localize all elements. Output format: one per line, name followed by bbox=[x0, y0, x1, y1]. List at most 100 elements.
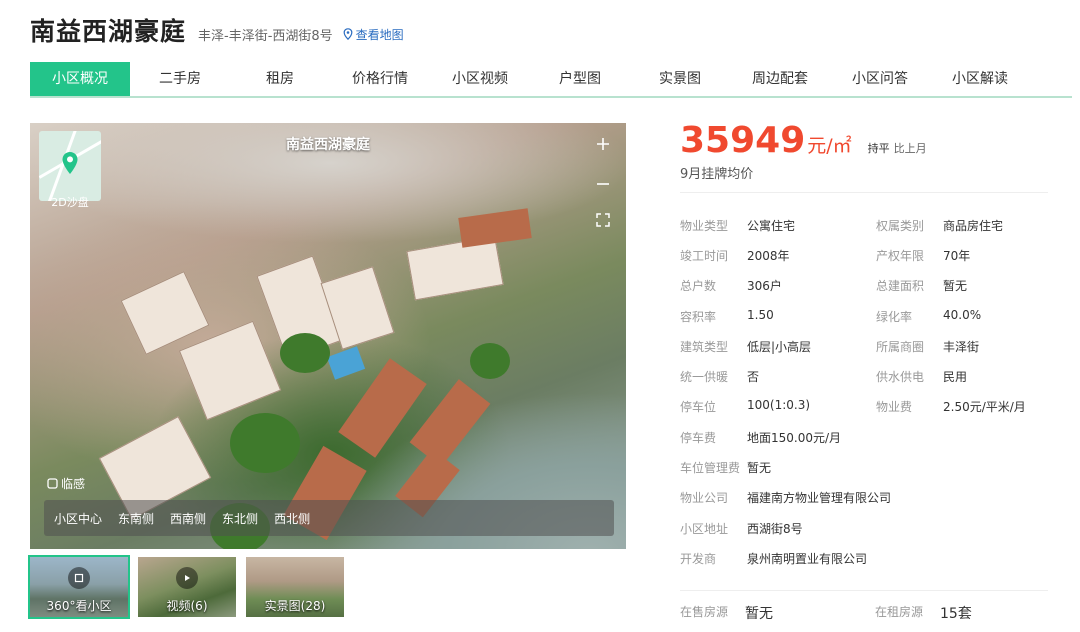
thumb-photos-label: 实景图(28) bbox=[264, 599, 326, 613]
price-subtitle: 9月挂牌均价 bbox=[680, 167, 754, 182]
map-pin-icon bbox=[62, 152, 78, 174]
info-value: 民用 bbox=[943, 370, 968, 385]
info-label: 权属类别 bbox=[876, 218, 925, 233]
info-value: 100(1:0.3) bbox=[747, 398, 811, 413]
info-cell: 供水供电 民用 bbox=[876, 368, 1072, 385]
info-row: 物业类型 公寓住宅 权属类别 商品房住宅 bbox=[680, 210, 1080, 240]
info-value: 低层|小高层 bbox=[747, 339, 812, 354]
tree-shape bbox=[470, 343, 510, 379]
minimap-label: 2D沙盘 bbox=[51, 196, 89, 209]
info-value: 暂无 bbox=[943, 279, 968, 294]
tab-price-trend[interactable]: 价格行情 bbox=[330, 62, 430, 96]
play-icon bbox=[176, 567, 198, 589]
tab-photos[interactable]: 实景图 bbox=[630, 62, 730, 96]
info-label: 物业公司 bbox=[680, 491, 729, 506]
info-value: 福建南方物业管理有限公司 bbox=[747, 491, 892, 506]
info-label: 物业费 bbox=[876, 400, 913, 415]
divider bbox=[680, 192, 1048, 193]
plus-icon bbox=[597, 138, 609, 150]
pool-shape bbox=[326, 346, 366, 380]
thumb-video-label: 视频(6) bbox=[166, 599, 208, 613]
info-value: 暂无 bbox=[747, 461, 772, 476]
page-header: 南益西湖豪庭 丰泽-丰泽街-西湖街8号 查看地图 bbox=[30, 12, 404, 48]
price-trend-label: 比上月 bbox=[893, 142, 927, 155]
info-value: 40.0% bbox=[943, 307, 982, 322]
for-sale-value[interactable]: 暂无 bbox=[745, 603, 875, 623]
info-row: 停车位 100(1:0.3) 物业费 2.50元/平米/月 bbox=[680, 392, 1080, 422]
fullscreen-button[interactable] bbox=[590, 207, 616, 233]
info-label: 车位管理费 bbox=[680, 461, 741, 476]
info-label: 供水供电 bbox=[876, 370, 925, 385]
thumb-360-label: 360°看小区 bbox=[46, 599, 112, 613]
tab-second-hand[interactable]: 二手房 bbox=[130, 62, 230, 96]
tab-qa[interactable]: 小区问答 bbox=[830, 62, 930, 96]
info-cell: 停车费 地面150.00元/月 bbox=[680, 429, 1080, 446]
page-title: 南益西湖豪庭 bbox=[30, 17, 187, 46]
info-value: 70年 bbox=[943, 248, 971, 263]
info-cell: 所属商圈 丰泽街 bbox=[876, 338, 1072, 355]
info-cell: 开发商 泉州南明置业有限公司 bbox=[680, 550, 1080, 567]
thumb-video[interactable]: 视频(6) bbox=[138, 557, 236, 617]
info-cell: 车位管理费 暂无 bbox=[680, 459, 1080, 476]
view-southeast[interactable]: 东南侧 bbox=[118, 510, 154, 527]
view-map-link[interactable]: 查看地图 bbox=[343, 26, 404, 43]
info-label: 总建面积 bbox=[876, 279, 925, 294]
info-label: 开发商 bbox=[680, 551, 717, 566]
for-rent-label: 在租房源 bbox=[875, 605, 924, 619]
zoom-in-button[interactable] bbox=[590, 131, 616, 157]
for-sale-label: 在售房源 bbox=[680, 605, 729, 619]
tab-video[interactable]: 小区视频 bbox=[430, 62, 530, 96]
vr-provider-logo: 临感 bbox=[47, 475, 85, 492]
tab-rent[interactable]: 租房 bbox=[230, 62, 330, 96]
vr-logo-text: 临感 bbox=[61, 477, 86, 491]
listing-counts: 在售房源 暂无 在租房源 15套 bbox=[680, 603, 1020, 623]
info-value: 否 bbox=[747, 370, 760, 385]
thumb-360[interactable]: 360°看小区 bbox=[28, 555, 130, 619]
tab-overview[interactable]: 小区概况 bbox=[30, 62, 130, 96]
info-label: 物业类型 bbox=[680, 218, 729, 233]
info-cell: 总户数 306户 bbox=[680, 277, 876, 294]
view-northwest[interactable]: 西北侧 bbox=[274, 510, 310, 527]
tab-surroundings[interactable]: 周边配套 bbox=[730, 62, 830, 96]
info-value: 地面150.00元/月 bbox=[747, 430, 842, 445]
price-block: 35949 元/㎡ 持平 比上月 bbox=[680, 120, 927, 161]
view-southwest[interactable]: 西南侧 bbox=[170, 510, 206, 527]
info-label: 统一供暖 bbox=[680, 370, 729, 385]
thumb-photos[interactable]: 实景图(28) bbox=[246, 557, 344, 617]
info-label: 竣工时间 bbox=[680, 248, 729, 263]
info-row: 车位管理费 暂无 bbox=[680, 452, 1080, 482]
info-cell: 建筑类型 低层|小高层 bbox=[680, 338, 876, 355]
info-value: 2.50元/平米/月 bbox=[943, 400, 1026, 415]
view-northeast[interactable]: 东北侧 bbox=[222, 510, 258, 527]
info-value: 泉州南明置业有限公司 bbox=[747, 551, 868, 566]
divider bbox=[680, 590, 1048, 591]
info-row: 物业公司 福建南方物业管理有限公司 bbox=[680, 483, 1080, 513]
tree-shape bbox=[230, 413, 300, 473]
info-label: 产权年限 bbox=[876, 248, 925, 263]
price-trend: 持平 bbox=[867, 142, 890, 155]
building-shape bbox=[178, 320, 282, 421]
info-label: 小区地址 bbox=[680, 521, 729, 536]
zoom-out-button[interactable] bbox=[590, 171, 616, 197]
info-cell: 物业类型 公寓住宅 bbox=[680, 217, 876, 234]
info-cell: 绿化率 40.0% bbox=[876, 308, 1072, 325]
info-label: 停车位 bbox=[680, 400, 717, 415]
info-row: 小区地址 西湖街8号 bbox=[680, 513, 1080, 543]
info-label: 停车费 bbox=[680, 430, 717, 445]
info-label: 所属商圈 bbox=[876, 339, 925, 354]
info-cell: 物业公司 福建南方物业管理有限公司 bbox=[680, 489, 1080, 506]
info-cell: 统一供暖 否 bbox=[680, 368, 876, 385]
info-row: 容积率 1.50 绿化率 40.0% bbox=[680, 301, 1080, 331]
info-cell: 产权年限 70年 bbox=[876, 247, 1072, 264]
minus-icon bbox=[597, 183, 609, 185]
info-row: 竣工时间 2008年 产权年限 70年 bbox=[680, 240, 1080, 270]
tab-analysis[interactable]: 小区解读 bbox=[930, 62, 1030, 96]
info-cell: 停车位 100(1:0.3) bbox=[680, 398, 876, 415]
view-center[interactable]: 小区中心 bbox=[54, 510, 102, 527]
info-cell: 权属类别 商品房住宅 bbox=[876, 217, 1072, 234]
for-rent-value[interactable]: 15套 bbox=[940, 603, 1020, 623]
aerial-panorama[interactable]: 2D沙盘 南益西湖豪庭 临感 小区中心 东南侧 西南侧 东北侧 西北侧 bbox=[30, 123, 626, 549]
roof-shape bbox=[409, 379, 491, 467]
tab-floor-plan[interactable]: 户型图 bbox=[530, 62, 630, 96]
avg-price-value: 35949 bbox=[680, 120, 806, 161]
